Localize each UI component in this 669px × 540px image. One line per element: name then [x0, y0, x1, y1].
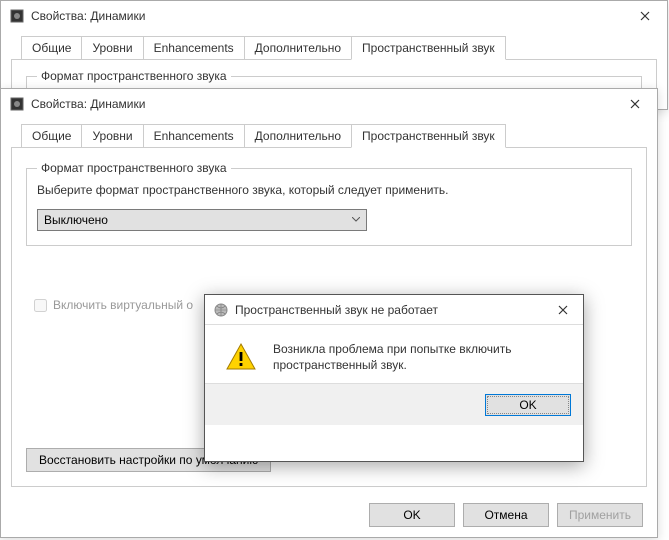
close-button-back[interactable]: [622, 1, 667, 31]
titlebar-back: Свойства: Динамики: [1, 1, 667, 31]
tab-advanced-back[interactable]: Дополнительно: [244, 36, 352, 60]
window-title-back: Свойства: Динамики: [31, 9, 622, 23]
chevron-down-icon: [352, 217, 360, 222]
spatial-format-group: Формат пространственного звука Выберите …: [26, 168, 632, 246]
titlebar: Свойства: Динамики: [1, 89, 657, 119]
tab-spatial-back[interactable]: Пространственный звук: [351, 36, 506, 60]
tab-enhancements[interactable]: Enhancements: [143, 124, 245, 148]
error-dialog: Пространственный звук не работает Возник…: [204, 294, 584, 462]
ok-button[interactable]: OK: [369, 503, 455, 527]
spatial-format-dropdown[interactable]: Выключено: [37, 209, 367, 231]
close-button[interactable]: [612, 89, 657, 119]
virtual-surround-checkbox[interactable]: [34, 299, 47, 312]
warning-icon: [225, 341, 257, 373]
error-body: Возникла проблема при попытке включить п…: [205, 325, 583, 383]
tabs: Общие Уровни Enhancements Дополнительно …: [11, 123, 647, 148]
dropdown-value: Выключено: [44, 213, 108, 227]
group-title: Формат пространственного звука: [37, 161, 231, 175]
error-button-bar: OK: [205, 383, 583, 425]
apply-button[interactable]: Применить: [557, 503, 643, 527]
speaker-icon: [9, 8, 25, 24]
cancel-button[interactable]: Отмена: [463, 503, 549, 527]
error-ok-button[interactable]: OK: [485, 394, 571, 416]
dialog-buttons: OK Отмена Применить: [369, 503, 643, 527]
error-titlebar: Пространственный звук не работает: [205, 295, 583, 325]
virtual-surround-label: Включить виртуальный о: [53, 298, 193, 312]
tab-spatial[interactable]: Пространственный звук: [351, 124, 506, 148]
tab-levels[interactable]: Уровни: [81, 124, 143, 148]
tab-general-back[interactable]: Общие: [21, 36, 82, 60]
globe-icon: [213, 302, 229, 318]
speaker-icon: [9, 96, 25, 112]
tab-enhancements-back[interactable]: Enhancements: [143, 36, 245, 60]
window-title: Свойства: Динамики: [31, 97, 612, 111]
error-title: Пространственный звук не работает: [235, 303, 543, 317]
tab-advanced[interactable]: Дополнительно: [244, 124, 352, 148]
instruction-text: Выберите формат пространственного звука,…: [37, 183, 621, 199]
error-close-button[interactable]: [543, 295, 583, 325]
tab-levels-back[interactable]: Уровни: [81, 36, 143, 60]
group-title-back: Формат пространственного звука: [37, 69, 231, 83]
error-message: Возникла проблема при попытке включить п…: [273, 341, 567, 373]
tabs-back: Общие Уровни Enhancements Дополнительно …: [11, 35, 657, 60]
tab-general[interactable]: Общие: [21, 124, 82, 148]
